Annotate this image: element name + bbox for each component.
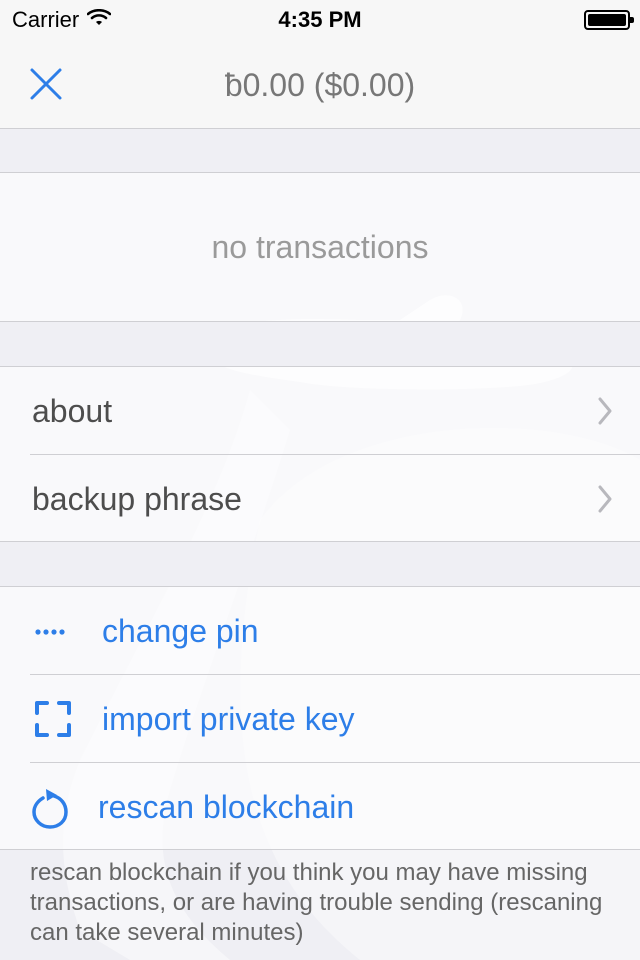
status-bar: Carrier 4:35 PM [0,0,640,40]
rescan-blockchain-label: rescan blockchain [98,788,355,825]
transactions-panel: no transactions [0,172,640,322]
about-label: about [32,392,113,429]
info-panel: about backup phrase [0,366,640,542]
refresh-icon [30,785,70,829]
pin-dots-icon [34,626,68,638]
rescan-help-text: rescan blockchain if you think you may h… [30,859,603,946]
battery-icon [584,10,634,30]
scan-frame-icon [34,700,72,738]
rescan-blockchain-row[interactable]: rescan blockchain [0,763,640,851]
navigation-bar: ƀ0.00 ($0.00) [0,40,640,129]
import-private-key-row[interactable]: import private key [0,675,640,763]
section-gap [0,542,640,586]
import-private-key-label: import private key [102,700,355,737]
status-time: 4:35 PM [278,7,362,32]
no-transactions-label: no transactions [211,228,429,265]
backup-phrase-row[interactable]: backup phrase [0,455,640,543]
actions-panel: change pin import private key rescan blo… [0,586,640,850]
backup-phrase-label: backup phrase [32,480,242,517]
change-pin-label: change pin [102,612,259,649]
chevron-right-icon [598,485,612,513]
section-gap [0,129,640,172]
balance-title: ƀ0.00 ($0.00) [224,67,416,103]
section-gap [0,322,640,366]
about-row[interactable]: about [0,367,640,455]
chevron-right-icon [598,397,612,425]
change-pin-row[interactable]: change pin [0,587,640,675]
